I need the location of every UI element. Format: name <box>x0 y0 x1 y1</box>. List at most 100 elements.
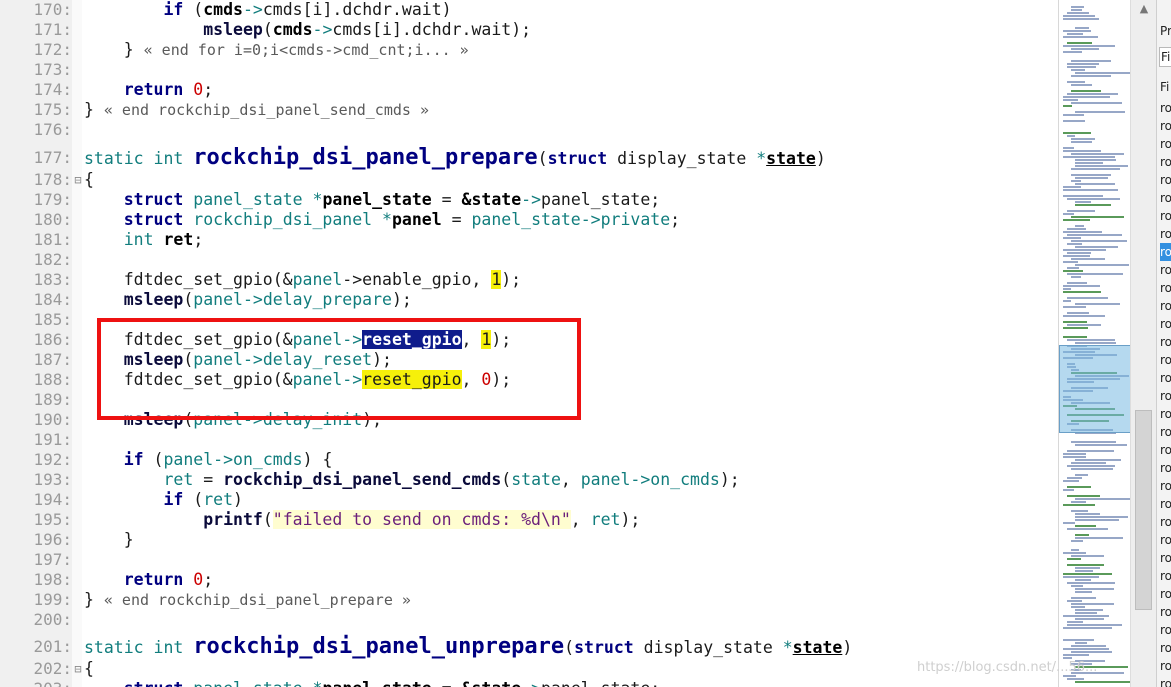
panel-file-item[interactable]: ro <box>1160 135 1171 153</box>
panel-file-item[interactable]: ro <box>1160 405 1171 423</box>
panel-file-item[interactable]: ro <box>1160 333 1171 351</box>
panel-file-item[interactable]: ro <box>1160 531 1171 549</box>
panel-file-item[interactable]: ro <box>1160 207 1171 225</box>
chevron-up-icon[interactable]: ▲ <box>1131 0 1157 18</box>
code-token: panel_state <box>322 679 431 687</box>
minimap-viewport[interactable] <box>1059 345 1131 433</box>
code-token: * <box>782 638 793 657</box>
line-number: 200: <box>33 610 72 629</box>
code-line[interactable]: 178: ⊟{ <box>0 170 1058 190</box>
panel-file-item[interactable]: ro <box>1160 639 1171 657</box>
code-token: * <box>382 210 392 229</box>
code-line[interactable]: 184: msleep(panel->delay_prepare); <box>0 290 1058 310</box>
scrollbar-thumb[interactable] <box>1135 410 1152 610</box>
panel-file-item[interactable]: ro <box>1160 495 1171 513</box>
code-line[interactable]: 176: <box>0 120 1058 140</box>
panel-file-item[interactable]: ro <box>1160 225 1171 243</box>
panel-file-item[interactable]: ro <box>1160 279 1171 297</box>
fold-marker[interactable]: ⊟ <box>74 659 82 679</box>
code-line[interactable]: 193: ret = rockchip_dsi_panel_send_cmds(… <box>0 470 1058 490</box>
panel-file-item[interactable]: ro <box>1160 603 1171 621</box>
panel-file-item[interactable]: ro <box>1160 171 1171 189</box>
code-token: ; <box>193 230 204 249</box>
code-line[interactable]: 183: fdtdec_set_gpio(&panel->enable_gpio… <box>0 270 1058 290</box>
code-line[interactable]: 201: static int rockchip_dsi_panel_unprep… <box>0 635 1058 659</box>
minimap-line <box>1071 240 1127 242</box>
code-line[interactable]: 197: <box>0 550 1058 570</box>
panel-file-item[interactable]: ro <box>1160 441 1171 459</box>
code-line[interactable]: 180: struct rockchip_dsi_panel *panel = … <box>0 210 1058 230</box>
panel-file-item[interactable]: ro <box>1160 477 1171 495</box>
panel-file-item[interactable]: ro <box>1160 675 1171 687</box>
minimap-line <box>1071 585 1083 587</box>
code-text: struct rockchip_dsi_panel *panel = panel… <box>84 210 680 230</box>
code-token: ; <box>203 570 214 589</box>
code-line[interactable]: 177: static int rockchip_dsi_panel_prepar… <box>0 146 1058 170</box>
code-line[interactable]: 200: <box>0 610 1058 630</box>
code-line[interactable]: 173: <box>0 60 1058 80</box>
minimap-line <box>1063 504 1095 506</box>
code-line[interactable]: 192: if (panel->on_cmds) { <box>0 450 1058 470</box>
red-highlight-box <box>97 318 581 420</box>
panel-file-item[interactable]: ro <box>1160 351 1171 369</box>
code-token: = <box>193 470 224 489</box>
minimap-line <box>1075 618 1104 620</box>
panel-filter-input[interactable]: Fil <box>1159 47 1171 67</box>
minimap-line <box>1067 600 1082 602</box>
minimap-line <box>1075 342 1116 344</box>
code-line[interactable]: 191: <box>0 430 1058 450</box>
panel-file-item[interactable]: ro <box>1160 585 1171 603</box>
code-line[interactable]: 170: if (cmds->cmds[i].dchdr.wait) <box>0 0 1058 20</box>
code-line[interactable]: 171: msleep(cmds->cmds[i].dchdr.wait); <box>0 20 1058 40</box>
panel-file-item[interactable]: ro <box>1160 513 1171 531</box>
panel-file-item[interactable]: ro <box>1160 189 1171 207</box>
panel-file-item[interactable]: ro <box>1160 315 1171 333</box>
panel-file-item[interactable]: ro <box>1160 549 1171 567</box>
code-minimap[interactable] <box>1058 0 1131 687</box>
panel-file-item[interactable]: ro <box>1160 387 1171 405</box>
code-line[interactable]: 182: <box>0 250 1058 270</box>
watermark: https://blog.csdn.net/...56... <box>917 660 1098 675</box>
line-number: 193: <box>33 470 72 489</box>
panel-file-item[interactable]: ro <box>1160 99 1171 117</box>
code-line[interactable]: 175:} « end rockchip_dsi_panel_send_cmds… <box>0 100 1058 120</box>
code-token: ( <box>537 149 548 168</box>
panel-file-item[interactable]: ro <box>1160 423 1171 441</box>
panel-file-item[interactable]: ro <box>1160 369 1171 387</box>
panel-file-item[interactable]: ro <box>1160 261 1171 279</box>
code-line[interactable]: 203: struct panel_state *panel_state = &… <box>0 679 1058 687</box>
vertical-scrollbar[interactable]: ▲ <box>1130 0 1157 687</box>
panel-file-item[interactable]: ro <box>1160 459 1171 477</box>
minimap-line <box>1071 141 1092 143</box>
code-line[interactable]: 199:} « end rockchip_dsi_panel_prepare » <box>0 590 1058 610</box>
minimap-line <box>1075 303 1120 305</box>
code-editor[interactable]: 170: if (cmds->cmds[i].dchdr.wait) 171: m… <box>0 0 1058 687</box>
panel-file-item[interactable]: ro <box>1160 243 1171 261</box>
minimap-line <box>1063 321 1087 323</box>
panel-file-item[interactable]: ro <box>1160 297 1171 315</box>
code-line[interactable]: 196: } <box>0 530 1058 550</box>
panel-file-item[interactable]: ro <box>1160 621 1171 639</box>
panel-file-item[interactable]: ro <box>1160 657 1171 675</box>
code-line[interactable]: 202: ⊟{ <box>0 659 1058 679</box>
code-line[interactable]: 179: struct panel_state *panel_state = &… <box>0 190 1058 210</box>
code-line[interactable]: 172: } « end for i=0;i<cmds->cmd_cnt;i..… <box>0 40 1058 60</box>
panel-file-item[interactable]: ro <box>1160 153 1171 171</box>
fold-marker[interactable]: ⊟ <box>74 170 82 190</box>
line-number: 183: <box>33 270 72 289</box>
code-line[interactable]: 194: if (ret) <box>0 490 1058 510</box>
panel-file-item[interactable]: ro <box>1160 567 1171 585</box>
code-line[interactable]: 198: return 0; <box>0 570 1058 590</box>
code-token: ); <box>719 470 740 489</box>
panel-file-item[interactable]: ro <box>1160 117 1171 135</box>
code-line[interactable]: 174: return 0; <box>0 80 1058 100</box>
line-number: 186: <box>33 330 72 349</box>
code-line[interactable]: 195: printf("failed to send on cmds: %d\… <box>0 510 1058 530</box>
code-token: ); <box>620 510 641 529</box>
code-line[interactable]: 181: int ret; <box>0 230 1058 250</box>
